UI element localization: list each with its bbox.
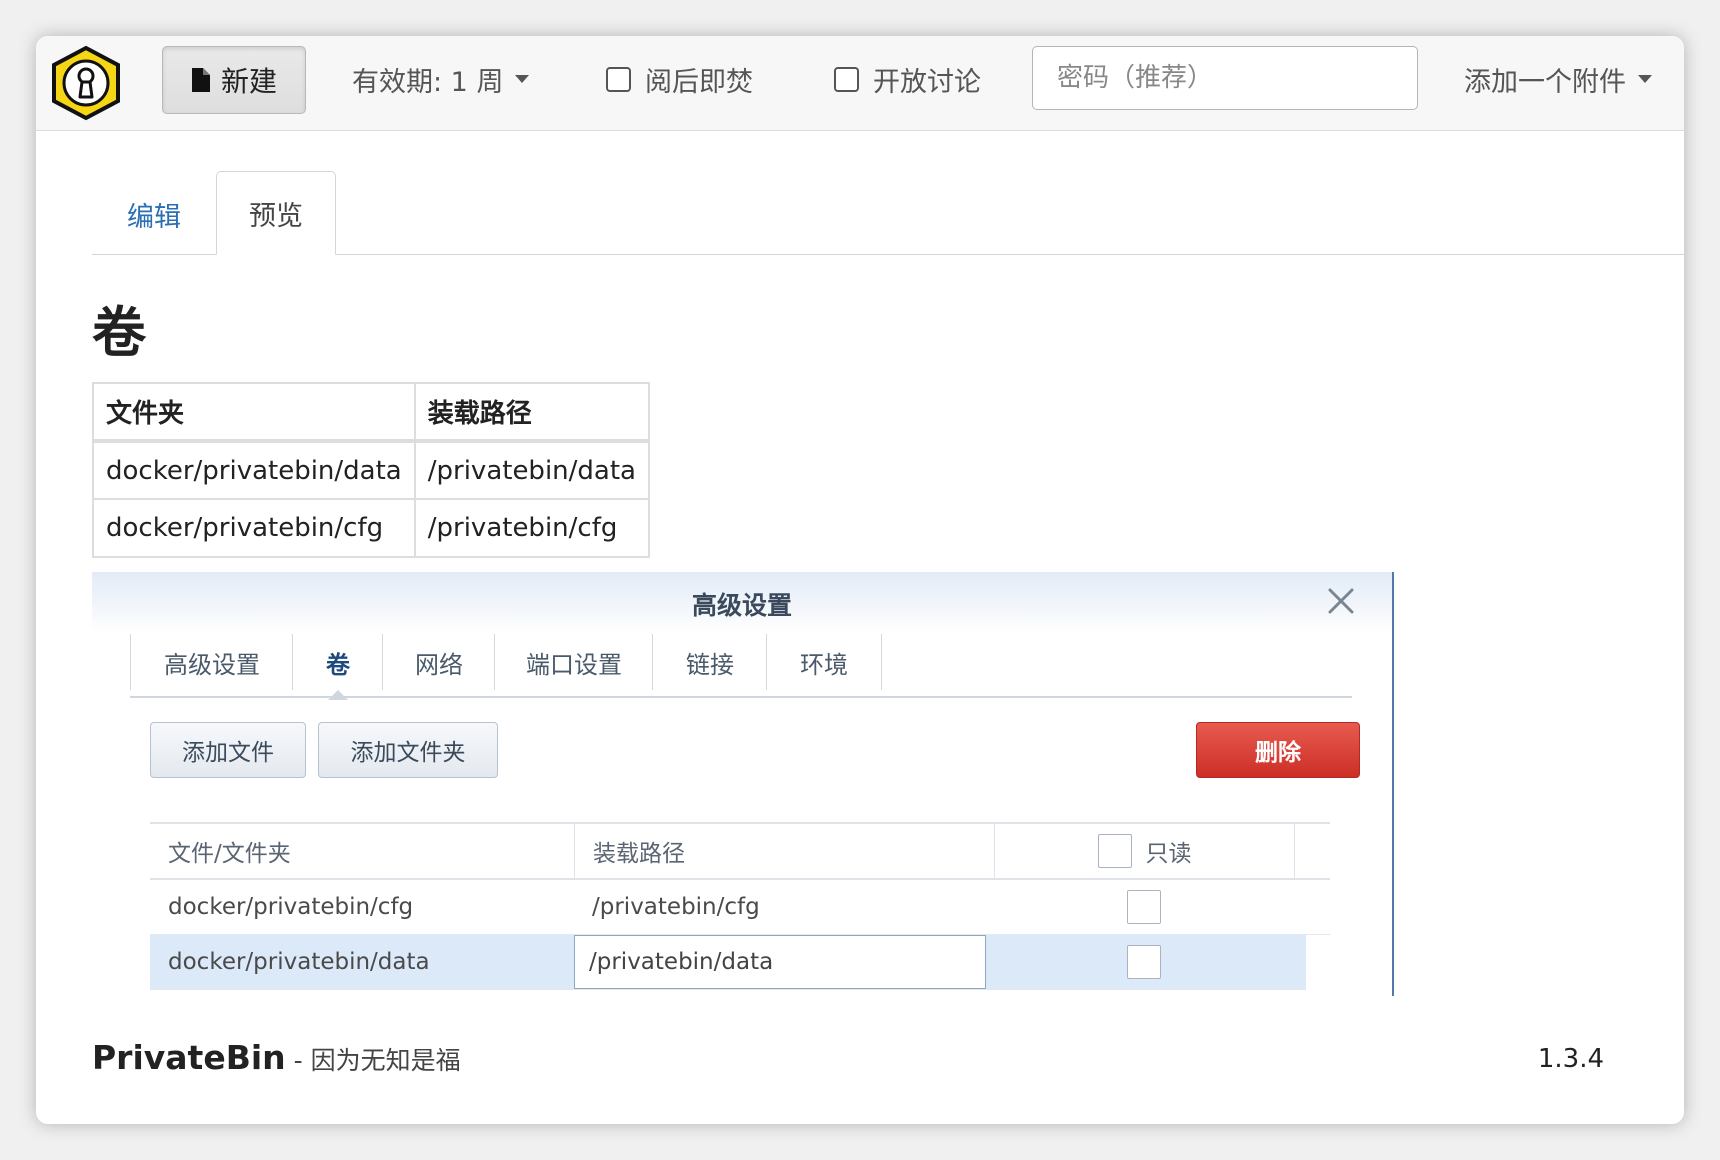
table-header-cell: 装载路径 (413, 382, 650, 443)
table-row[interactable]: docker/privatebin/cfg /privatebin/cfg (150, 880, 1330, 935)
dialog-header: 高级设置 (92, 572, 1392, 634)
attachment-label: 添加一个附件 (1464, 66, 1626, 98)
column-header-spacer (1294, 824, 1330, 878)
advanced-settings-dialog-image: 高级设置 高级设置 卷 网络 端口设置 链接 环境 添加文件 添加文件夹 删除 … (92, 572, 1394, 996)
add-folder-button[interactable]: 添加文件夹 (318, 722, 498, 778)
privatebin-logo-icon[interactable] (50, 45, 122, 121)
grid-header-row: 文件/文件夹 装载路径 只读 (150, 822, 1330, 880)
version-label: 1.3.4 (1537, 1044, 1604, 1074)
readonly-checkbox[interactable] (1127, 945, 1161, 979)
password-input[interactable] (1032, 46, 1418, 110)
burn-after-reading-checkbox[interactable] (606, 66, 631, 92)
volume-grid: 文件/文件夹 装载路径 只读 docker/privatebin/cfg /pr… (150, 822, 1330, 990)
table-header-row: 文件夹 装载路径 (92, 382, 650, 443)
preview-table: 文件夹 装载路径 docker/privatebin/data /private… (92, 382, 650, 558)
table-row[interactable]: docker/privatebin/data /privatebin/data (150, 935, 1306, 990)
preview-heading: 卷 (92, 301, 146, 364)
table-row: docker/privatebin/cfg /privatebin/cfg (92, 498, 650, 558)
dialog-tab-advanced[interactable]: 高级设置 (130, 634, 293, 690)
new-paste-button[interactable]: 新建 (162, 46, 306, 114)
dialog-tab-port-settings[interactable]: 端口设置 (494, 634, 653, 690)
table-cell: /privatebin/data (413, 440, 650, 500)
readonly-cell (994, 880, 1294, 934)
source-path-cell: docker/privatebin/data (168, 949, 430, 975)
browser-window: 新建 有效期: 1 周 阅后即焚 开放讨论 添加一个附件 编辑 预览 卷 文件夹… (36, 36, 1684, 1124)
new-paste-label: 新建 (220, 65, 277, 98)
source-path-cell: docker/privatebin/cfg (168, 894, 414, 920)
expiration-label: 有效期: 1 周 (352, 66, 504, 98)
close-icon[interactable] (1324, 584, 1358, 618)
dialog-tabs: 高级设置 卷 网络 端口设置 链接 环境 (130, 634, 1352, 700)
table-cell: docker/privatebin/cfg (92, 498, 416, 558)
dialog-tab-environment[interactable]: 环境 (766, 634, 882, 690)
table-row: docker/privatebin/data /privatebin/data (92, 440, 650, 500)
top-navbar: 新建 有效期: 1 周 阅后即焚 开放讨论 添加一个附件 (36, 36, 1684, 131)
file-icon (191, 68, 210, 92)
brand-tagline: - 因为无知是福 (285, 1046, 461, 1075)
tab-edit[interactable]: 编辑 (92, 173, 216, 255)
select-all-readonly-checkbox[interactable] (1097, 834, 1132, 868)
mount-path-editor[interactable]: /privatebin/data (574, 935, 986, 989)
tab-preview[interactable]: 预览 (216, 171, 336, 255)
readonly-label: 只读 (1145, 841, 1192, 867)
column-header-mount-path: 装载路径 (574, 824, 994, 878)
column-header-source: 文件/文件夹 (168, 841, 291, 867)
table-header-cell: 文件夹 (92, 382, 416, 443)
open-discussion-option[interactable]: 开放讨论 (834, 46, 981, 112)
footer-brand: PrivateBin - 因为无知是福 (92, 1038, 461, 1077)
open-discussion-checkbox[interactable] (834, 66, 859, 92)
table-cell: docker/privatebin/data (92, 440, 416, 500)
open-discussion-label: 开放讨论 (873, 66, 981, 98)
dialog-tab-links[interactable]: 链接 (652, 634, 767, 690)
chevron-down-icon (1638, 75, 1652, 83)
editor-tabs: 编辑 预览 (92, 171, 1684, 255)
dialog-tab-network[interactable]: 网络 (382, 634, 495, 690)
brand-name[interactable]: PrivateBin (92, 1038, 286, 1077)
add-file-button[interactable]: 添加文件 (150, 722, 306, 778)
table-cell: /privatebin/cfg (413, 498, 650, 558)
expiration-dropdown[interactable]: 有效期: 1 周 (352, 46, 530, 112)
burn-after-reading-label: 阅后即焚 (645, 66, 753, 98)
burn-after-reading-option[interactable]: 阅后即焚 (606, 46, 753, 112)
mount-path-cell[interactable]: /privatebin/cfg (574, 880, 994, 934)
column-header-readonly: 只读 (994, 824, 1294, 878)
dialog-title: 高级设置 (691, 591, 792, 620)
readonly-cell (994, 935, 1294, 989)
chevron-down-icon (515, 75, 530, 83)
readonly-checkbox[interactable] (1127, 890, 1161, 924)
attachment-dropdown[interactable]: 添加一个附件 (1464, 46, 1652, 112)
delete-button[interactable]: 删除 (1196, 722, 1360, 778)
dialog-tab-volume[interactable]: 卷 (292, 634, 383, 700)
